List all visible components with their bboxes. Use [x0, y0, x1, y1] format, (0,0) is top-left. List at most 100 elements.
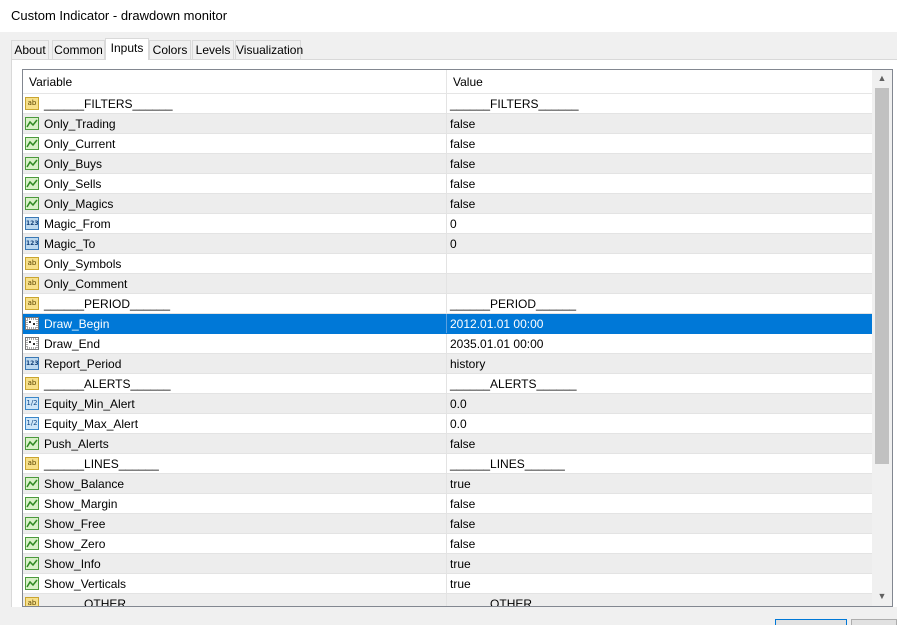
- variable-cell[interactable]: Show_Balance: [23, 474, 447, 493]
- variable-name: Only_Symbols: [44, 257, 122, 271]
- tab-colors[interactable]: Colors: [149, 40, 191, 59]
- tab-common[interactable]: Common: [52, 40, 105, 59]
- table-row[interactable]: 123 Magic_To 0: [23, 234, 872, 254]
- table-row[interactable]: Show_Verticals true: [23, 574, 872, 594]
- variable-cell[interactable]: 123 Report_Period: [23, 354, 447, 373]
- variable-cell[interactable]: Only_Current: [23, 134, 447, 153]
- value-cell[interactable]: false: [447, 114, 872, 133]
- variable-name: Draw_Begin: [44, 317, 110, 331]
- variable-cell[interactable]: ab ______OTHER______: [23, 594, 447, 606]
- tab-visualization[interactable]: Visualization: [235, 40, 303, 59]
- variable-cell[interactable]: Draw_Begin: [23, 314, 447, 333]
- value-cell[interactable]: 0.0: [447, 394, 872, 413]
- value-cell[interactable]: 2035.01.01 00:00: [447, 334, 872, 353]
- table-row[interactable]: Draw_End 2035.01.01 00:00: [23, 334, 872, 354]
- tab-levels[interactable]: Levels: [192, 40, 234, 59]
- table-row[interactable]: 123 Magic_From 0: [23, 214, 872, 234]
- variable-cell[interactable]: Push_Alerts: [23, 434, 447, 453]
- variable-cell[interactable]: ab Only_Symbols: [23, 254, 447, 273]
- value-cell[interactable]: [447, 274, 872, 293]
- variable-cell[interactable]: 1/2 Equity_Max_Alert: [23, 414, 447, 433]
- value-cell[interactable]: false: [447, 174, 872, 193]
- table-row[interactable]: Show_Free false: [23, 514, 872, 534]
- variable-cell[interactable]: Only_Magics: [23, 194, 447, 213]
- variable-cell[interactable]: Show_Verticals: [23, 574, 447, 593]
- integer-icon: 123: [25, 357, 39, 370]
- value-cell[interactable]: true: [447, 574, 872, 593]
- value-cell[interactable]: true: [447, 554, 872, 573]
- value-cell[interactable]: ______FILTERS______: [447, 94, 872, 113]
- table-row[interactable]: Only_Current false: [23, 134, 872, 154]
- variable-cell[interactable]: ab ______ALERTS______: [23, 374, 447, 393]
- table-row[interactable]: ab ______FILTERS______ ______FILTERS______: [23, 94, 872, 114]
- table-row[interactable]: Only_Buys false: [23, 154, 872, 174]
- value-cell[interactable]: 0.0: [447, 414, 872, 433]
- value-cell[interactable]: false: [447, 514, 872, 533]
- value-cell[interactable]: false: [447, 134, 872, 153]
- table-row[interactable]: Show_Margin false: [23, 494, 872, 514]
- table-row[interactable]: Only_Trading false: [23, 114, 872, 134]
- variable-cell[interactable]: 123 Magic_From: [23, 214, 447, 233]
- variable-cell[interactable]: Only_Sells: [23, 174, 447, 193]
- tab-about[interactable]: About: [11, 40, 49, 59]
- vertical-scrollbar[interactable]: ▲ ▼: [872, 70, 892, 606]
- value-cell[interactable]: ______PERIOD______: [447, 294, 872, 313]
- variable-name: ______FILTERS______: [44, 97, 173, 111]
- variable-cell[interactable]: 1/2 Equity_Min_Alert: [23, 394, 447, 413]
- scroll-up-icon[interactable]: ▲: [872, 70, 892, 87]
- variable-cell[interactable]: Show_Zero: [23, 534, 447, 553]
- string-icon: ab: [25, 97, 39, 110]
- table-row[interactable]: ab Only_Symbols: [23, 254, 872, 274]
- table-row[interactable]: 1/2 Equity_Max_Alert 0.0: [23, 414, 872, 434]
- table-row[interactable]: Draw_Begin 2012.01.01 00:00: [23, 314, 872, 334]
- value-cell[interactable]: false: [447, 534, 872, 553]
- table-row[interactable]: Show_Balance true: [23, 474, 872, 494]
- variable-cell[interactable]: ab ______PERIOD______: [23, 294, 447, 313]
- table-row[interactable]: Show_Info true: [23, 554, 872, 574]
- variable-cell[interactable]: Show_Margin: [23, 494, 447, 513]
- variable-cell[interactable]: ab ______FILTERS______: [23, 94, 447, 113]
- variable-cell[interactable]: Only_Buys: [23, 154, 447, 173]
- scroll-down-icon[interactable]: ▼: [872, 588, 892, 605]
- value-cell[interactable]: false: [447, 154, 872, 173]
- value-cell[interactable]: 0: [447, 214, 872, 233]
- value-cell[interactable]: ______ALERTS______: [447, 374, 872, 393]
- table-row[interactable]: Only_Sells false: [23, 174, 872, 194]
- variable-cell[interactable]: 123 Magic_To: [23, 234, 447, 253]
- value-cell[interactable]: 0: [447, 234, 872, 253]
- tab-inputs[interactable]: Inputs: [105, 38, 149, 60]
- table-row[interactable]: ab ______ALERTS______ ______ALERTS______: [23, 374, 872, 394]
- value-cell[interactable]: false: [447, 434, 872, 453]
- variable-cell[interactable]: Show_Free: [23, 514, 447, 533]
- column-header-value[interactable]: Value: [447, 70, 872, 93]
- cancel-button[interactable]: [851, 619, 897, 625]
- value-cell[interactable]: 2012.01.01 00:00: [447, 314, 872, 333]
- table-row[interactable]: Show_Zero false: [23, 534, 872, 554]
- table-row[interactable]: ab ______OTHER______ ______OTHER______: [23, 594, 872, 606]
- table-row[interactable]: 123 Report_Period history: [23, 354, 872, 374]
- value-cell[interactable]: ______LINES______: [447, 454, 872, 473]
- value-cell[interactable]: history: [447, 354, 872, 373]
- variable-cell[interactable]: ab Only_Comment: [23, 274, 447, 293]
- value-cell[interactable]: false: [447, 494, 872, 513]
- table-row[interactable]: Only_Magics false: [23, 194, 872, 214]
- value-cell[interactable]: ______OTHER______: [447, 594, 872, 606]
- bool-icon: [25, 177, 39, 190]
- variable-cell[interactable]: Only_Trading: [23, 114, 447, 133]
- column-header-variable[interactable]: Variable: [23, 70, 447, 93]
- table-row[interactable]: ab ______LINES______ ______LINES______: [23, 454, 872, 474]
- table-row[interactable]: 1/2 Equity_Min_Alert 0.0: [23, 394, 872, 414]
- value-cell[interactable]: true: [447, 474, 872, 493]
- scrollbar-thumb[interactable]: [875, 88, 889, 464]
- variable-cell[interactable]: Draw_End: [23, 334, 447, 353]
- ok-button[interactable]: [775, 619, 847, 625]
- value-cell[interactable]: false: [447, 194, 872, 213]
- integer-icon: 123: [25, 237, 39, 250]
- table-row[interactable]: Push_Alerts false: [23, 434, 872, 454]
- variable-cell[interactable]: Show_Info: [23, 554, 447, 573]
- table-row[interactable]: ab ______PERIOD______ ______PERIOD______: [23, 294, 872, 314]
- table-row[interactable]: ab Only_Comment: [23, 274, 872, 294]
- variable-cell[interactable]: ab ______LINES______: [23, 454, 447, 473]
- value-cell[interactable]: [447, 254, 872, 273]
- variable-name: Equity_Min_Alert: [44, 397, 135, 411]
